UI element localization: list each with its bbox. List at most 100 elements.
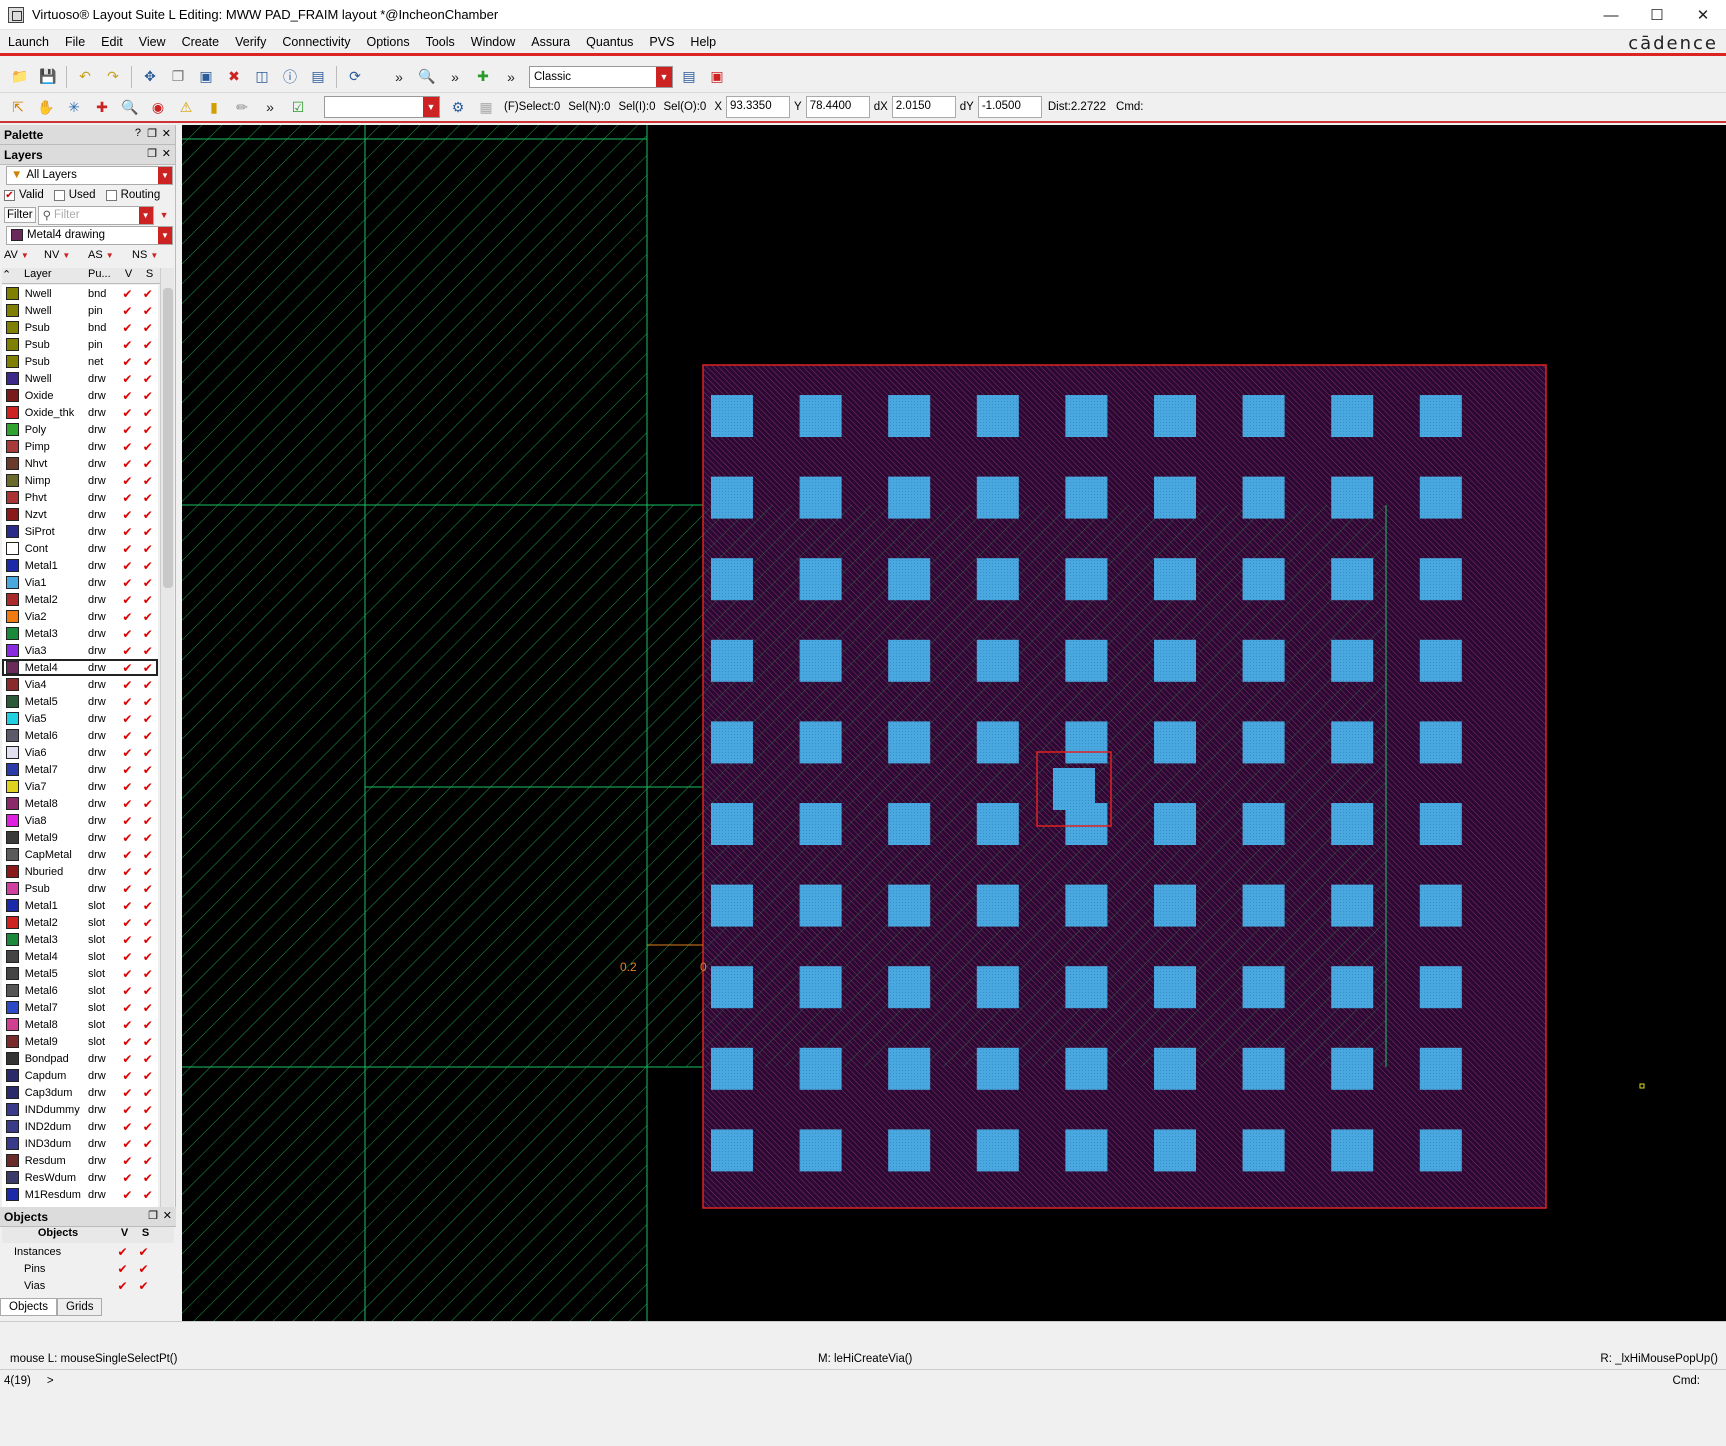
via1-cut[interactable] <box>1154 1047 1196 1090</box>
visible-checkbox[interactable]: ✔ <box>117 1120 137 1134</box>
visible-checkbox[interactable]: ✔ <box>117 831 137 845</box>
layer-row[interactable]: Resdum drw ✔ ✔ <box>2 1152 158 1169</box>
via1-cut[interactable] <box>711 558 753 601</box>
via1-cut[interactable] <box>1331 803 1374 845</box>
visible-checkbox[interactable]: ✔ <box>117 712 137 726</box>
properties-icon[interactable]: ⓘ <box>278 65 302 89</box>
selectable-checkbox[interactable]: ✔ <box>138 287 158 301</box>
layer-purpose-select[interactable]: ▼ <box>324 96 440 118</box>
layer-row[interactable]: Metal4 drw ✔ ✔ <box>2 659 158 676</box>
via1-cut[interactable] <box>1242 966 1285 1009</box>
selectable-checkbox[interactable]: ✔ <box>138 1001 158 1015</box>
layer-filter-select[interactable]: ▼ All Layers ▼ <box>6 165 173 185</box>
via1-cut[interactable] <box>1242 803 1285 845</box>
via1-cut[interactable] <box>1242 1047 1285 1090</box>
more-tools-icon[interactable]: » <box>387 65 411 89</box>
via1-cut[interactable] <box>1154 395 1196 437</box>
layer-row[interactable]: INDdummy drw ✔ ✔ <box>2 1101 158 1118</box>
scrollbar-thumb[interactable] <box>163 288 173 588</box>
visible-checkbox[interactable]: ✔ <box>117 627 137 641</box>
layer-row[interactable]: IND2dum drw ✔ ✔ <box>2 1118 158 1135</box>
selectable-checkbox[interactable]: ✔ <box>138 780 158 794</box>
via1-cut[interactable] <box>1419 721 1462 764</box>
via1-cut[interactable] <box>1154 803 1196 845</box>
marker-icon[interactable]: ◉ <box>146 95 170 119</box>
move-icon[interactable]: ✥ <box>138 65 162 89</box>
maximize-button[interactable]: ☐ <box>1634 0 1680 30</box>
visible-checkbox[interactable]: ✔ <box>117 287 137 301</box>
tab-grids[interactable]: Grids <box>57 1298 103 1316</box>
float-icon[interactable]: ❐ <box>147 147 157 160</box>
crosshair-icon[interactable]: ✚ <box>90 95 114 119</box>
dy-field[interactable]: -1.0500 <box>977 96 1042 118</box>
layer-row[interactable]: Psub drw ✔ ✔ <box>2 880 158 897</box>
gear-icon[interactable]: ⚙ <box>446 95 470 119</box>
minimize-button[interactable]: — <box>1588 0 1634 30</box>
layer-row[interactable]: Via3 drw ✔ ✔ <box>2 642 158 659</box>
chevron-down-icon[interactable]: ▼ <box>160 210 169 220</box>
layer-row[interactable]: Metal2 drw ✔ ✔ <box>2 591 158 608</box>
add-instance-icon[interactable]: ✚ <box>471 65 495 89</box>
layer-row[interactable]: Metal9 drw ✔ ✔ <box>2 829 158 846</box>
undo-icon[interactable]: ↶ <box>73 65 97 89</box>
selectable-checkbox[interactable]: ✔ <box>138 763 158 777</box>
dx-field[interactable]: 2.0150 <box>891 96 956 118</box>
visible-checkbox[interactable]: ✔ <box>117 814 137 828</box>
layer-row[interactable]: Via2 drw ✔ ✔ <box>2 608 158 625</box>
layer-row[interactable]: Psub bnd ✔ ✔ <box>2 319 158 336</box>
via1-cut[interactable] <box>976 803 1019 845</box>
via1-cut[interactable] <box>1419 476 1462 519</box>
layer-row[interactable]: Metal9 slot ✔ ✔ <box>2 1033 158 1050</box>
layout-canvas[interactable]: 0.2 0 <box>182 125 1726 1321</box>
wire-icon[interactable]: ✏ <box>230 95 254 119</box>
visible-checkbox[interactable]: ✔ <box>117 1069 137 1083</box>
close-icon[interactable]: ✕ <box>162 127 171 140</box>
via1-cut[interactable] <box>799 558 842 601</box>
column-visible[interactable]: V <box>114 1227 135 1243</box>
via1-cut[interactable] <box>1331 395 1374 437</box>
visible-checkbox[interactable]: ✔ <box>117 457 137 471</box>
via1-cut[interactable] <box>888 558 931 601</box>
via1-cut[interactable] <box>799 639 842 682</box>
layer-row[interactable]: Via8 drw ✔ ✔ <box>2 812 158 829</box>
layer-row[interactable]: Pimp drw ✔ ✔ <box>2 438 158 455</box>
layer-row[interactable]: Nzvt drw ✔ ✔ <box>2 506 158 523</box>
visible-checkbox[interactable]: ✔ <box>117 576 137 590</box>
visible-checkbox[interactable]: ✔ <box>117 338 137 352</box>
selectable-checkbox[interactable]: ✔ <box>138 389 158 403</box>
via1-cut[interactable] <box>799 476 842 519</box>
visible-checkbox[interactable]: ✔ <box>117 984 137 998</box>
column-selectable[interactable]: S <box>139 268 160 283</box>
visible-checkbox[interactable]: ✔ <box>117 304 137 318</box>
selectable-checkbox[interactable]: ✔ <box>138 1069 158 1083</box>
via1-cut[interactable] <box>711 884 753 927</box>
workspace-select[interactable]: Classic ▼ <box>529 65 673 88</box>
via1-cut[interactable] <box>711 1129 753 1172</box>
via1-cut[interactable] <box>888 803 931 845</box>
selectable-checkbox[interactable]: ✔ <box>138 916 158 930</box>
via1-cut[interactable] <box>1331 639 1374 682</box>
via1-cut[interactable] <box>799 395 842 437</box>
visible-checkbox[interactable]: ✔ <box>117 933 137 947</box>
via1-cut[interactable] <box>1331 966 1374 1009</box>
av-button[interactable]: AV ▼ <box>4 249 44 261</box>
menu-verify[interactable]: Verify <box>227 35 274 49</box>
layer-row[interactable]: Metal2 slot ✔ ✔ <box>2 914 158 931</box>
visible-checkbox[interactable]: ✔ <box>117 746 137 760</box>
help-icon[interactable]: ? <box>135 127 141 139</box>
via1-cut[interactable] <box>1242 1129 1285 1172</box>
visible-checkbox[interactable]: ✔ <box>117 542 137 556</box>
object-row-vias[interactable]: Vias ✔ ✔ <box>0 1277 176 1294</box>
visible-checkbox[interactable]: ✔ <box>117 916 137 930</box>
selectable-checkbox[interactable]: ✔ <box>138 355 158 369</box>
via1-cut[interactable] <box>1242 558 1285 601</box>
save-icon[interactable]: 💾 <box>36 65 60 89</box>
layer-row[interactable]: Psub net ✔ ✔ <box>2 353 158 370</box>
workspace-save-icon[interactable]: ▤ <box>677 65 701 89</box>
more-tools-icon[interactable]: » <box>258 95 282 119</box>
visible-checkbox[interactable]: ✔ <box>117 865 137 879</box>
visible-checkbox[interactable]: ✔ <box>117 1154 137 1168</box>
redo-icon[interactable]: ↷ <box>101 65 125 89</box>
via1-cut[interactable] <box>976 558 1019 601</box>
layer-row[interactable]: Metal1 drw ✔ ✔ <box>2 557 158 574</box>
